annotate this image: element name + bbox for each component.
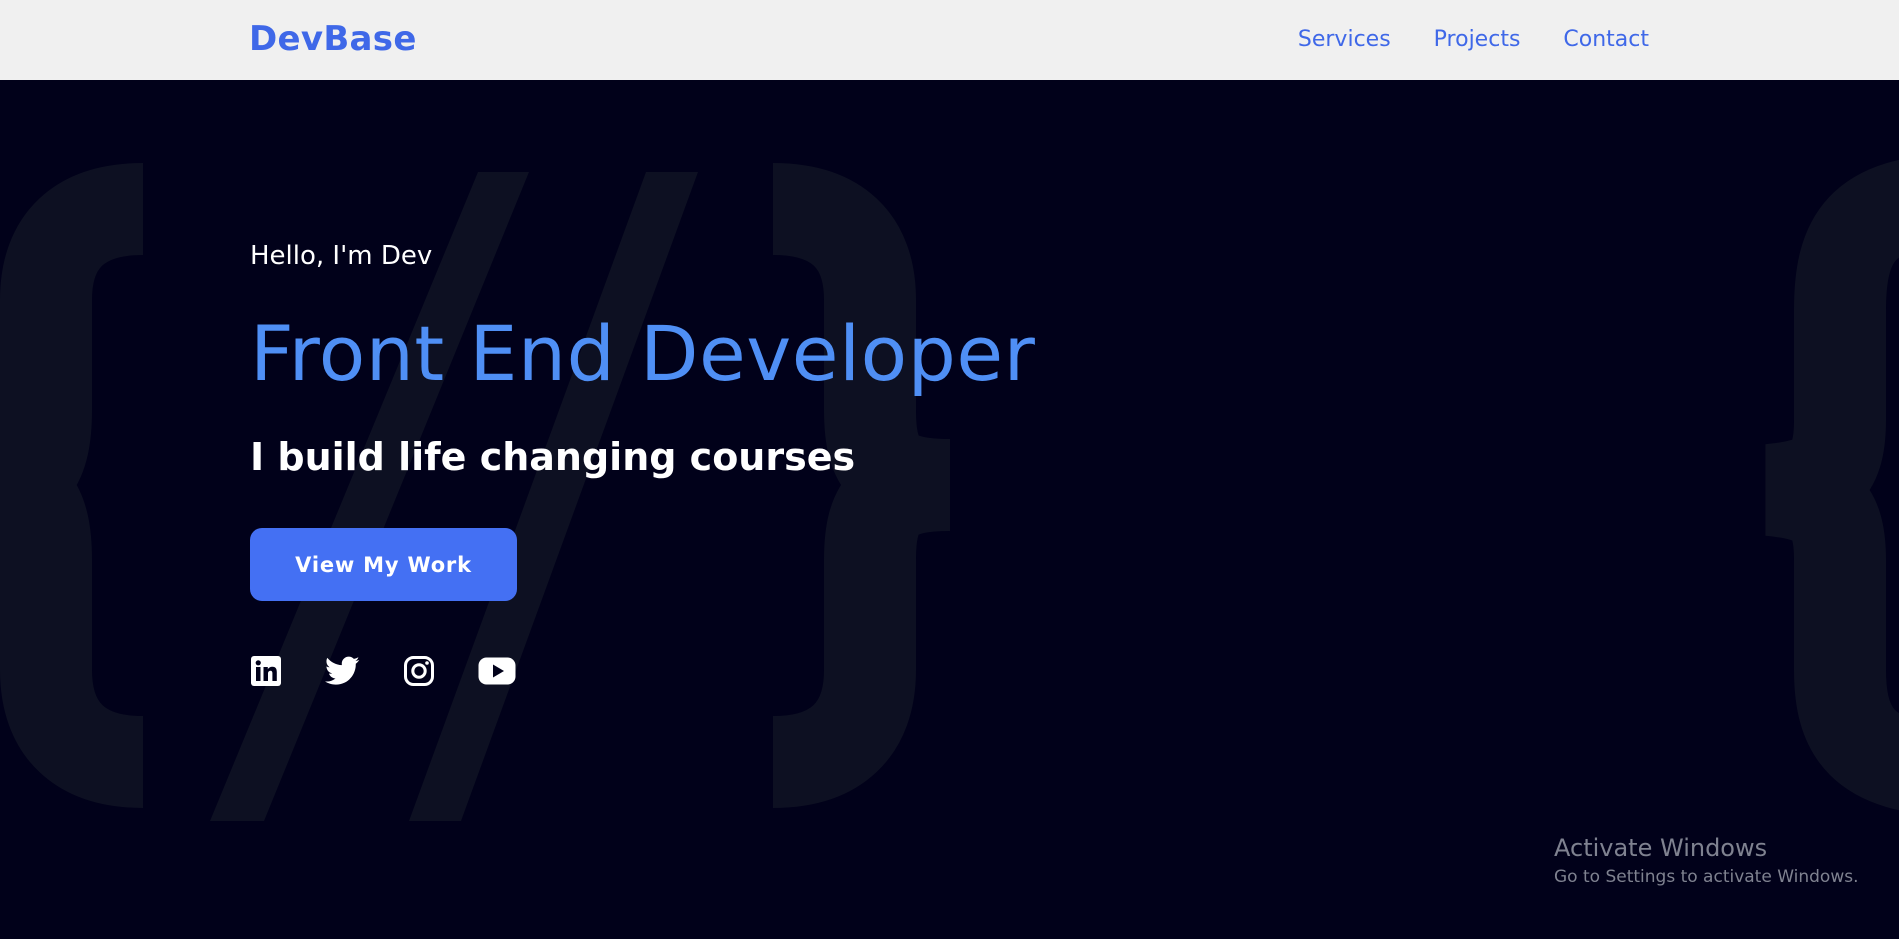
nav-links: Services Projects Contact bbox=[1298, 24, 1649, 56]
os-activation-watermark: Activate Windows Go to Settings to activ… bbox=[1554, 833, 1859, 889]
instagram-icon bbox=[404, 656, 434, 686]
hero-role-title: Front End Developer bbox=[250, 309, 1036, 398]
far-right-brace-glyph bbox=[1764, 160, 1899, 810]
linkedin-link[interactable] bbox=[250, 655, 282, 687]
youtube-icon bbox=[478, 657, 516, 685]
youtube-link[interactable] bbox=[478, 657, 516, 685]
social-links bbox=[250, 655, 516, 687]
view-my-work-button[interactable]: View My Work bbox=[250, 528, 517, 601]
close-brace-glyph bbox=[771, 163, 952, 808]
hero-greeting: Hello, I'm Dev bbox=[250, 241, 433, 271]
nav-link-contact[interactable]: Contact bbox=[1563, 24, 1649, 56]
watermark-subtitle: Go to Settings to activate Windows. bbox=[1554, 867, 1859, 887]
brand-logo[interactable]: DevBase bbox=[249, 18, 417, 60]
twitter-link[interactable] bbox=[325, 656, 360, 686]
navbar: DevBase Services Projects Contact bbox=[0, 0, 1899, 80]
watermark-title: Activate Windows bbox=[1554, 834, 1768, 862]
hero-section: Hello, I'm Dev Front End Developer I bui… bbox=[0, 80, 1899, 939]
open-brace-glyph bbox=[0, 163, 145, 808]
nav-link-projects[interactable]: Projects bbox=[1434, 24, 1521, 56]
linkedin-icon bbox=[251, 656, 281, 686]
nav-link-services[interactable]: Services bbox=[1298, 24, 1391, 56]
hero-background-glyphs bbox=[0, 160, 1899, 821]
twitter-icon bbox=[325, 656, 360, 685]
instagram-link[interactable] bbox=[403, 655, 435, 687]
hero-tagline: I build life changing courses bbox=[250, 435, 856, 479]
